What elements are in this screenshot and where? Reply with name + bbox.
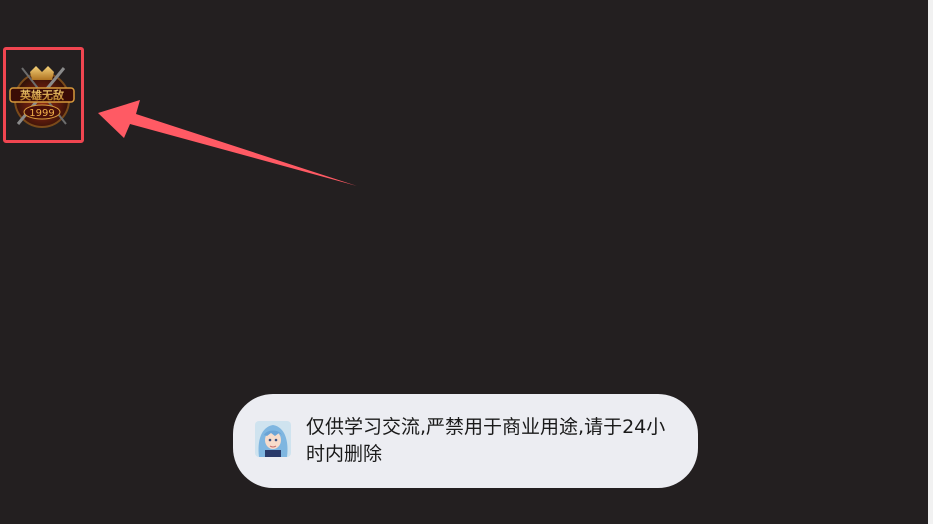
anime-avatar-icon	[255, 421, 291, 457]
desktop-screen: 英雄无敌 1999 仅供学习交流,严禁用于商业用途,请于24小时内删除	[0, 0, 933, 524]
toast-notification: 仅供学习交流,严禁用于商业用途,请于24小时内删除	[233, 394, 698, 488]
toast-message: 仅供学习交流,严禁用于商业用途,请于24小时内删除	[306, 416, 666, 465]
